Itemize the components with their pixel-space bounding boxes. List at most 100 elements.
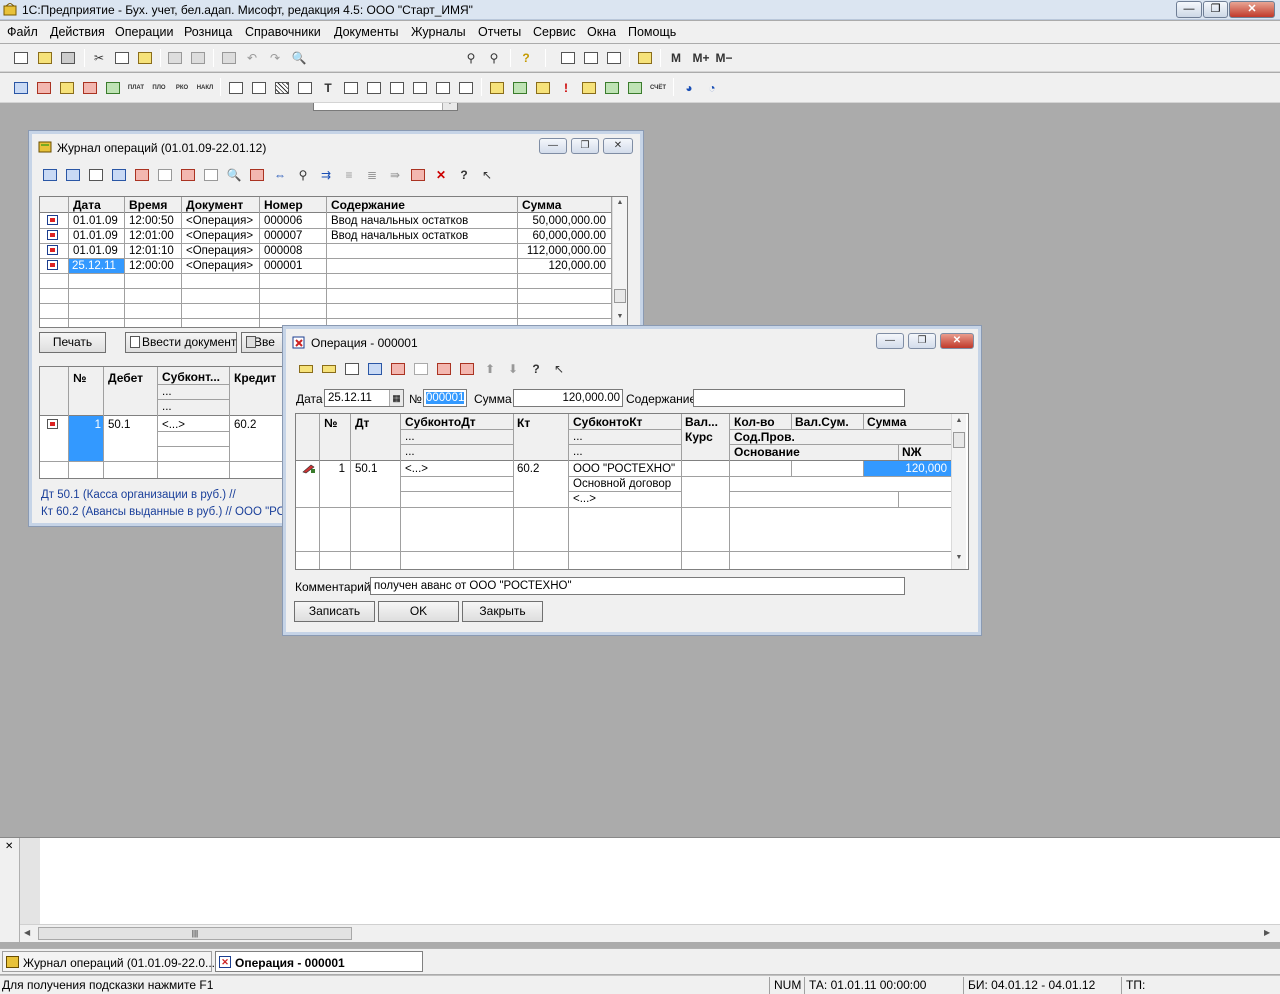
enter-based-button[interactable]: Вве <box>241 332 285 353</box>
menu-documents[interactable]: Документы <box>334 25 398 39</box>
op-row-n[interactable]: 1 <box>321 462 347 476</box>
scroll-left-icon[interactable]: ◀ <box>24 928 30 937</box>
row1-sum[interactable]: 50,000,000.00 <box>519 214 608 228</box>
redo-icon[interactable]: ↷ <box>266 49 284 67</box>
col-document[interactable]: Документ <box>183 198 257 212</box>
account-invoice-icon[interactable]: СЧЁТ <box>649 79 667 97</box>
menu-journals[interactable]: Журналы <box>411 25 466 39</box>
row2-sum[interactable]: 60,000,000.00 <box>519 229 608 243</box>
col-content[interactable]: Содержание <box>328 198 516 212</box>
rko-icon[interactable]: РКО <box>173 79 191 97</box>
print-icon[interactable] <box>166 49 184 67</box>
col-time[interactable]: Время <box>126 198 180 212</box>
row3-num[interactable]: 000008 <box>261 244 325 258</box>
row2-date[interactable]: 01.01.09 <box>70 229 122 243</box>
save-icon[interactable] <box>59 49 77 67</box>
scroll-up-icon[interactable]: ▲ <box>952 417 966 429</box>
menu-operations[interactable]: Операции <box>115 25 173 39</box>
journal-maximize-button[interactable]: ❐ <box>571 138 599 154</box>
op-row-subkt-counterparty[interactable]: ООО "РОСТЕХНО" <box>570 462 680 476</box>
calculator-icon[interactable] <box>559 49 577 67</box>
memory-mminus-button[interactable]: M− <box>713 49 735 67</box>
report-7-icon[interactable] <box>388 79 406 97</box>
journal-scrollbar[interactable]: ▲ ▼ <box>612 197 627 327</box>
move-down-icon[interactable]: ⬇ <box>504 360 522 378</box>
edit-row-icon[interactable] <box>64 166 82 184</box>
scroll-right-icon[interactable]: ▶ <box>1264 928 1270 937</box>
refresh-globe-icon[interactable]: ◔ <box>703 79 721 97</box>
context-help-icon[interactable]: ↖ <box>550 360 568 378</box>
menu-service[interactable]: Сервис <box>533 25 576 39</box>
col-number[interactable]: Номер <box>261 198 325 212</box>
op-row-subkt-contract[interactable]: Основной договор <box>570 477 680 491</box>
journal-minimize-button[interactable]: — <box>539 138 567 154</box>
op-col-sodprov[interactable]: Сод.Пров. <box>731 430 931 444</box>
book-icon[interactable] <box>636 49 654 67</box>
number-field[interactable]: 000001 <box>423 389 467 407</box>
op-row-kt[interactable]: 60.2 <box>514 462 566 476</box>
row2-time[interactable]: 12:01:00 <box>126 229 180 243</box>
properties-icon[interactable] <box>220 49 238 67</box>
row4-num[interactable]: 000001 <box>261 259 325 273</box>
op-col-val[interactable]: Вал... <box>682 415 728 429</box>
row4-date[interactable]: 25.12.11 <box>69 259 124 273</box>
message-panel-handle[interactable]: ✕ <box>0 838 20 942</box>
memory-mplus-button[interactable]: M+ <box>690 49 712 67</box>
open-folder-icon[interactable] <box>36 49 54 67</box>
invoice-icon[interactable]: НАКЛ <box>196 79 214 97</box>
row3-time[interactable]: 12:01:10 <box>126 244 180 258</box>
interval-icon[interactable]: ⇔ <box>271 166 289 184</box>
sort-icon[interactable] <box>409 166 427 184</box>
report-5-icon[interactable] <box>342 79 360 97</box>
payment-order-icon[interactable]: ПЛАТ <box>127 79 145 97</box>
operation-scrollbar[interactable]: ▲ ▼ <box>951 414 966 569</box>
cut-icon[interactable]: ✂ <box>90 49 108 67</box>
row2-doc[interactable]: <Операция> <box>183 229 257 243</box>
col-date[interactable]: Дата <box>70 198 122 212</box>
operations-journal-icon[interactable] <box>35 79 53 97</box>
help-icon[interactable]: ? <box>455 166 473 184</box>
row3-doc[interactable]: <Операция> <box>183 244 257 258</box>
move-up-icon[interactable]: ⬆ <box>481 360 499 378</box>
op-col-subkt[interactable]: СубконтоКт <box>570 415 680 429</box>
close-icon[interactable]: ✕ <box>5 841 13 852</box>
row4-doc[interactable]: <Операция> <box>183 259 257 273</box>
open-doc-icon[interactable] <box>87 166 105 184</box>
new-document-icon[interactable] <box>12 49 30 67</box>
delete-mark-icon[interactable] <box>133 166 151 184</box>
post-doc-icon[interactable] <box>179 166 197 184</box>
row3-sum[interactable]: 112,000,000.00 <box>519 244 608 258</box>
report-9-icon[interactable] <box>434 79 452 97</box>
row1-doc[interactable]: <Операция> <box>183 214 257 228</box>
scroll-up-icon[interactable]: ▲ <box>613 199 627 211</box>
op-col-dt[interactable]: Дт <box>352 416 398 430</box>
op-col-n[interactable]: № <box>321 416 349 430</box>
op-row-dt[interactable]: 50.1 <box>352 462 398 476</box>
journal-grid[interactable]: Дата Время Документ Номер Содержание Сум… <box>39 196 628 328</box>
entries-col-debit[interactable]: Дебет <box>105 371 157 385</box>
enter-document-button[interactable]: Ввести документ <box>125 332 237 353</box>
operation-entries-grid[interactable]: № Дт СубконтоДт ... ... Кт СубконтоКт ..… <box>295 413 969 570</box>
help-question-icon[interactable]: ? <box>517 49 535 67</box>
op-row-sum[interactable]: 120,000 <box>864 462 949 476</box>
context-help-icon[interactable]: ↖ <box>478 166 496 184</box>
report-1-icon[interactable] <box>227 79 245 97</box>
new-line-icon[interactable] <box>297 360 315 378</box>
service-1-icon[interactable] <box>488 79 506 97</box>
find-prev-icon[interactable]: ⚲ <box>485 49 503 67</box>
search-binoculars-icon[interactable]: ⚲ <box>294 166 312 184</box>
menu-file[interactable]: Файл <box>7 25 38 39</box>
entry-debit[interactable]: 50.1 <box>105 418 155 432</box>
move-icon[interactable]: ⇉ <box>317 166 335 184</box>
table-delete-icon[interactable] <box>389 360 407 378</box>
add-icon[interactable] <box>41 166 59 184</box>
row2-num[interactable]: 000007 <box>261 229 325 243</box>
help-icon[interactable]: ? <box>527 360 545 378</box>
report-3-icon[interactable] <box>273 79 291 97</box>
filter-icon[interactable] <box>248 166 266 184</box>
report-6-icon[interactable] <box>365 79 383 97</box>
menu-help[interactable]: Помощь <box>628 25 676 39</box>
row2-content[interactable]: Ввод начальных остатков <box>328 229 516 243</box>
calendar-icon[interactable] <box>582 49 600 67</box>
copy-icon[interactable] <box>113 49 131 67</box>
